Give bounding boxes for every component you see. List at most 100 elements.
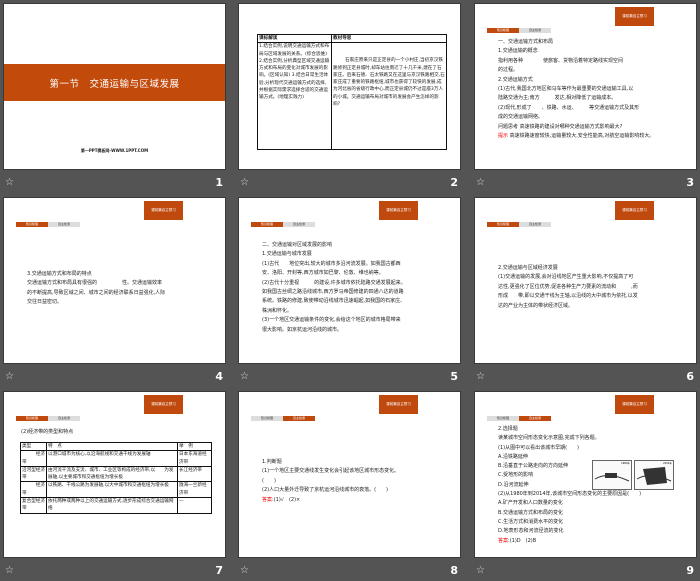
table-cell: 经济带 [20, 481, 47, 499]
slide-number: 2 [450, 176, 458, 189]
text-line: 交通运输方式和布局具有很强的 性。交通运输效率 [27, 280, 163, 287]
table-row: 经济带 以铁路、干线公路为发展轴,以大中城市和交通枢纽为增长极 陇海一兰新经济带 [20, 481, 212, 499]
text-line: 2.交通运输与区域经济发展 [498, 265, 558, 271]
text-line: (1)从图中可以看出该城市早期( ) [498, 444, 579, 451]
slide-tabs: 知识梳理 自主检测 [487, 222, 551, 227]
table-cell: 沿河型经济带 [20, 465, 47, 483]
slide-number: 5 [450, 370, 458, 383]
answer-label: 答案 [262, 496, 273, 503]
city-map-1980: 1980年 [592, 460, 632, 490]
text-line: 二、交通运输对区域发展的影响 [262, 242, 333, 248]
table-row: 复合型经济带 依托两种或两种以上的交通运输方式,逐步形成综合交通运输网络 — [20, 497, 212, 514]
map-shape [636, 467, 672, 485]
star-icon[interactable]: ☆ [5, 371, 14, 382]
table-cell: 长江经济带 [177, 465, 212, 483]
slide-footer-bar: ☆ 4 [3, 369, 226, 385]
text-line: 读某城市空间形态变化示意图,完成下列各题。 [498, 435, 600, 442]
slide-title: 第一节 交通运输与区域发展 [4, 64, 225, 101]
tab-knowledge: 知识梳理 [487, 28, 519, 33]
slide-number: 7 [215, 564, 223, 577]
table-intro: (2)经济带的类型和特点 [21, 429, 74, 435]
star-icon[interactable]: ☆ [5, 177, 14, 188]
text-line: ( ) [262, 477, 276, 484]
tab-knowledge: 知识梳理 [487, 416, 519, 421]
table-header: 课标解读 [257, 33, 332, 44]
slide-thumbnail-7[interactable]: 课前篇自主预习 知识梳理 自主检测 (2)经济带的类型和特点 类型特 点举 例 经济带以… [3, 391, 226, 581]
tab-self-test: 自主检测 [519, 28, 551, 33]
tab-self-test: 自主检测 [519, 222, 551, 227]
tab-self-test: 自主检测 [283, 222, 315, 227]
star-icon[interactable]: ☆ [476, 177, 485, 188]
slide-thumbnail-3[interactable]: 课前篇自主预习 知识梳理 自主检测 一、交通运输方式和布局 1.交通运输的概念 指利用各种… [474, 3, 697, 193]
text-line: 3.交通运输方式和布局的特点 [27, 271, 92, 277]
text-line: (2)现代,形成了 、铁路、水运、 等交通运输方式及其形 [498, 104, 640, 111]
slide-preview[interactable]: 第一节 交通运输与区域发展 第一PPT模板网-WWW.1PPT.COM [3, 3, 226, 170]
table-cell: 以铁路、干线公路为发展轴,以大中城市和交通枢纽为增长极 [46, 481, 178, 499]
tab-knowledge: 知识梳理 [251, 416, 283, 421]
section-badge: 课前篇自主预习 [144, 395, 183, 414]
slide-thumbnail-2[interactable]: 课标解读 教材导思 1.结合实例,说明交通运输方式和布局与区域发展的关系。(综合思维… [238, 3, 461, 193]
text-line: 的过程。 [498, 67, 519, 74]
text-line: 如我国古丝绸之路沿线城市,西方罗马帝国修建的四通八达的道路 [262, 289, 404, 296]
section-badge: 课前篇自主预习 [379, 395, 418, 414]
text-line: 成的交通运输网络。 [498, 114, 544, 121]
slide-thumbnail-1[interactable]: 第一节 交通运输与区域发展 第一PPT模板网-WWW.1PPT.COM ☆ 1 [3, 3, 226, 193]
text-line: (2)从1980年到2014年,该城市空间形态变化的主要原因是( ) [498, 491, 642, 498]
tab-knowledge: 知识梳理 [16, 416, 48, 421]
slide-thumbnail-9[interactable]: 课前篇自主预习 知识梳理 自主检测 2.选择题 读某城市空间形态变化示意图,完成下列各题… [474, 391, 697, 581]
slide-thumbnail-4[interactable]: 课前篇自主预习 知识梳理 自主检测 3.交通运输方式和布局的特点 交通运输方式和布局具有… [3, 197, 226, 387]
slide-body: 1.判断题 (1)一个地区主要交通线发生变化会引起该地区城市形态变化。 ( ) (2)… [256, 458, 446, 505]
slide-preview[interactable]: 课前篇自主预习 知识梳理 自主检测 二、交通运输对区域发展的影响 1.交通运输与城市发展… [238, 197, 461, 364]
slide-number: 8 [450, 564, 458, 577]
star-icon[interactable]: ☆ [240, 177, 249, 188]
slide-number: 6 [686, 370, 694, 383]
tab-self-test: 自主检测 [283, 416, 315, 421]
answer-text: :(1)D (2)B [508, 537, 537, 544]
text-line: 很大影响。如京杭运河沿线的城市。 [262, 326, 343, 333]
table-cell: 依托两种或两种以上的交通运输方式,逐步形成综合交通运输网络 [46, 497, 178, 514]
slide-preview[interactable]: 课前篇自主预习 知识梳理 自主检测 2.交通运输与区域经济发展 (1)交通运输的发展,会… [474, 197, 697, 364]
star-icon[interactable]: ☆ [240, 371, 249, 382]
slide-thumbnail-6[interactable]: 课前篇自主预习 知识梳理 自主检测 2.交通运输与区域经济发展 (1)交通运输的发展,会… [474, 197, 697, 387]
slide-preview[interactable]: 课前篇自主预习 知识梳理 自主检测 一、交通运输方式和布局 1.交通运输的概念 指利用各种… [474, 3, 697, 170]
star-icon[interactable]: ☆ [240, 565, 249, 576]
slide-footer-bar: ☆ 3 [474, 175, 697, 191]
slide-body: 2.交通运输与区域经济发展 (1)交通运输的发展,会对沿线地区产生重大影响,不仅提… [492, 264, 682, 311]
text-line: 的不断提高,导致区域之间、城市之间的经济联系日益强化,人际 [27, 289, 166, 296]
star-icon[interactable]: ☆ [5, 565, 14, 576]
text-line: C.生活方式和消费水平的变化 [498, 518, 564, 525]
text-line: 株洲和怀化。 [262, 307, 293, 314]
slide-thumbnail-5[interactable]: 课前篇自主预习 知识梳理 自主检测 二、交通运输对区域发展的影响 1.交通运输与城市发展… [238, 197, 461, 387]
slide-tabs: 知识梳理 自主检测 [16, 416, 80, 421]
tab-knowledge: 知识梳理 [16, 222, 48, 227]
table-row: 经济带 以港口城市为核心,以沿海航线和交通干线为发展轴 日本东海道经济带 [20, 450, 212, 467]
slide-number: 4 [215, 370, 223, 383]
slide-footer-bar: ☆ 2 [238, 175, 461, 191]
table-cell: 日本东海道经济带 [177, 450, 212, 467]
slide-tabs: 知识梳理 自主检测 [487, 28, 551, 33]
slide-preview[interactable]: 课标解读 教材导思 1.结合实例,说明交通运输方式和布局与区域发展的关系。(综合思维… [238, 3, 461, 170]
slide-preview[interactable]: 课前篇自主预习 知识梳理 自主检测 3.交通运输方式和布局的特点 交通运输方式和布局具有… [3, 197, 226, 364]
section-badge: 课前篇自主预习 [615, 7, 654, 26]
star-icon[interactable]: ☆ [476, 565, 485, 576]
text-line: 陆路交通为主;南方 发达,相对降低了运输成本。 [498, 95, 617, 102]
text-line: (2)人口大量外迁导致了京杭运河沿线城市的衰落。( ) [262, 487, 388, 494]
map-year: 1980年 [621, 462, 630, 465]
text-line: (2)古代十分重视 的建设,许多城市依托陆路交通发展起来。 [262, 279, 406, 286]
slide-preview[interactable]: 课前篇自主预习 知识梳理 自主检测 2.选择题 读某城市空间形态变化示意图,完成下列各题… [474, 391, 697, 558]
text-line: 2.交通运输方式 [498, 76, 533, 83]
text-line: 一、交通运输方式和布局 [498, 39, 554, 45]
text-line: 2.选择题 [498, 426, 518, 432]
slide-thumbnail-8[interactable]: 课前篇自主预习知识梳理 自主检测 1.判断题 (1)一个地区主要交通线发生变化会引起该… [238, 391, 461, 581]
slide-preview[interactable]: 课前篇自主预习 知识梳理 自主检测 (2)经济带的类型和特点 类型特 点举 例 经济带以… [3, 391, 226, 558]
text-line: 指利用各种 使旅客、货物沿着特定路线实现空间 [498, 57, 624, 64]
tab-self-test: 自主检测 [48, 416, 80, 421]
star-icon[interactable]: ☆ [476, 371, 485, 382]
text-line: A.矿产开发和人口数量的变化 [498, 500, 563, 507]
text-line: (1)古代,我国北方地区和马车等作为最重要的交通运输工具,以 [498, 86, 634, 93]
slide-number: 9 [686, 564, 694, 577]
slide-tabs: 知识梳理 自主检测 [251, 416, 315, 421]
slide-preview[interactable]: 课前篇自主预习知识梳理 自主检测 1.判断题 (1)一个地区主要交通线发生变化会引起该… [238, 391, 461, 558]
section-badge: 课前篇自主预习 [144, 201, 183, 220]
text-line: 达的产业为主体的带状经济区域。 [498, 302, 574, 309]
